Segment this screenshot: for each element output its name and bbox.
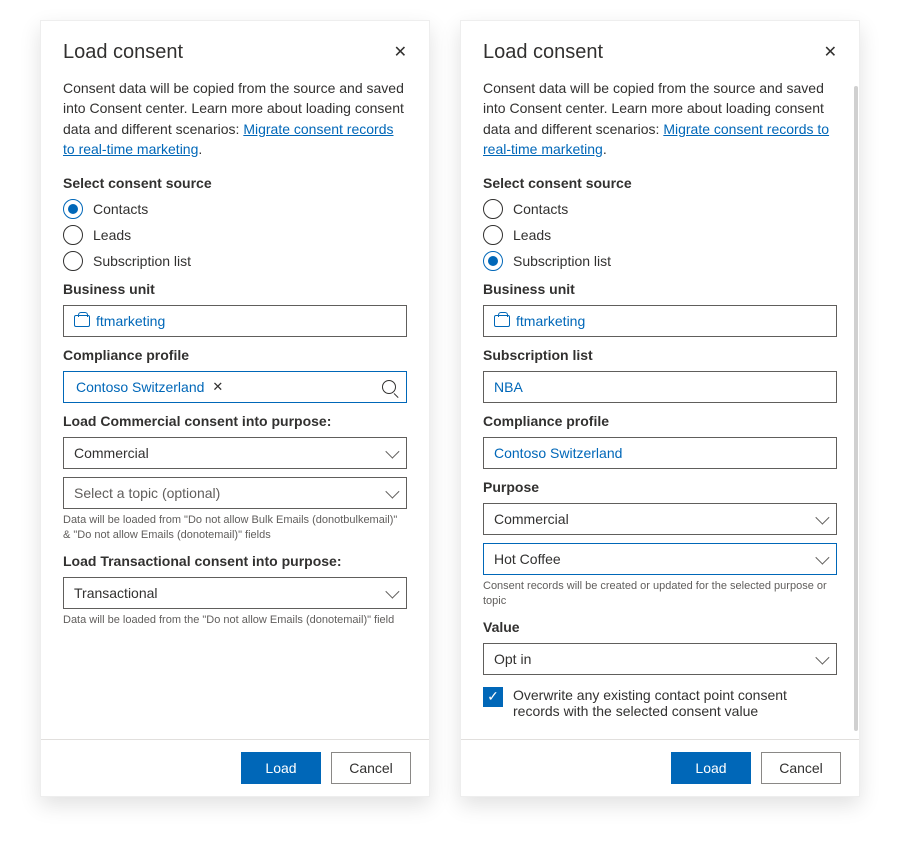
radio-icon xyxy=(483,199,503,219)
load-consent-panel-subscription: Load consent ✕ Consent data will be copi… xyxy=(460,20,860,797)
chevron-down-icon xyxy=(815,650,829,664)
commercial-purpose-select[interactable]: Commercial xyxy=(63,437,407,469)
source-label: Select consent source xyxy=(63,175,407,191)
value-select[interactable]: Opt in xyxy=(483,643,837,675)
intro-text: Consent data will be copied from the sou… xyxy=(483,78,837,159)
scrollbar[interactable] xyxy=(854,86,858,731)
commercial-helper-text: Data will be loaded from "Do not allow B… xyxy=(63,513,407,543)
subscription-list-field[interactable]: NBA xyxy=(483,371,837,403)
radio-contacts[interactable]: Contacts xyxy=(483,199,837,219)
radio-label: Contacts xyxy=(513,201,568,217)
checkbox-checked-icon: ✓ xyxy=(483,687,503,707)
radio-subscription-list[interactable]: Subscription list xyxy=(63,251,407,271)
business-unit-field[interactable]: ftmarketing xyxy=(63,305,407,337)
overwrite-checkbox-row[interactable]: ✓ Overwrite any existing contact point c… xyxy=(483,687,837,719)
value-label: Value xyxy=(483,619,837,635)
radio-leads[interactable]: Leads xyxy=(63,225,407,245)
panel-title: Load consent xyxy=(483,41,603,64)
transactional-purpose-label: Load Transactional consent into purpose: xyxy=(63,553,407,569)
compliance-profile-tag: Contoso Switzerland ✕ xyxy=(74,379,223,395)
subscription-list-label: Subscription list xyxy=(483,347,837,363)
chevron-down-icon xyxy=(815,511,829,525)
chevron-down-icon xyxy=(815,551,829,565)
load-consent-panel-contacts: Load consent ✕ Consent data will be copi… xyxy=(40,20,430,797)
radio-label: Contacts xyxy=(93,201,148,217)
commercial-purpose-label: Load Commercial consent into purpose: xyxy=(63,413,407,429)
radio-contacts[interactable]: Contacts xyxy=(63,199,407,219)
radio-leads[interactable]: Leads xyxy=(483,225,837,245)
purpose-select[interactable]: Commercial xyxy=(483,503,837,535)
cancel-button[interactable]: Cancel xyxy=(331,752,411,784)
radio-icon xyxy=(63,225,83,245)
cancel-button[interactable]: Cancel xyxy=(761,752,841,784)
intro-text: Consent data will be copied from the sou… xyxy=(63,78,407,159)
topic-select[interactable]: Hot Coffee xyxy=(483,543,837,575)
purpose-helper-text: Consent records will be created or updat… xyxy=(483,579,837,609)
radio-icon xyxy=(483,225,503,245)
panel-footer: Load Cancel xyxy=(41,739,429,796)
transactional-purpose-select[interactable]: Transactional xyxy=(63,577,407,609)
radio-icon xyxy=(483,251,503,271)
briefcase-icon xyxy=(74,315,90,327)
chevron-down-icon xyxy=(385,584,399,598)
source-label: Select consent source xyxy=(483,175,837,191)
compliance-profile-label: Compliance profile xyxy=(63,347,407,363)
close-button[interactable]: ✕ xyxy=(394,45,407,61)
radio-label: Leads xyxy=(513,227,551,243)
panel-footer: Load Cancel xyxy=(461,739,859,796)
business-unit-field[interactable]: ftmarketing xyxy=(483,305,837,337)
business-unit-label: Business unit xyxy=(63,281,407,297)
transactional-helper-text: Data will be loaded from the "Do not all… xyxy=(63,613,407,628)
chevron-down-icon xyxy=(385,485,399,499)
briefcase-icon xyxy=(494,315,510,327)
compliance-profile-field[interactable]: Contoso Switzerland ✕ xyxy=(63,371,407,403)
compliance-profile-field[interactable]: Contoso Switzerland xyxy=(483,437,837,469)
overwrite-label: Overwrite any existing contact point con… xyxy=(513,687,837,719)
purpose-label: Purpose xyxy=(483,479,837,495)
radio-icon xyxy=(63,251,83,271)
load-button[interactable]: Load xyxy=(671,752,751,784)
panel-title: Load consent xyxy=(63,41,183,64)
radio-subscription-list[interactable]: Subscription list xyxy=(483,251,837,271)
search-icon[interactable] xyxy=(382,380,396,394)
commercial-topic-select[interactable]: Select a topic (optional) xyxy=(63,477,407,509)
radio-label: Subscription list xyxy=(513,253,611,269)
remove-tag-icon[interactable]: ✕ xyxy=(212,379,223,395)
load-button[interactable]: Load xyxy=(241,752,321,784)
radio-label: Leads xyxy=(93,227,131,243)
radio-label: Subscription list xyxy=(93,253,191,269)
radio-icon xyxy=(63,199,83,219)
compliance-profile-label: Compliance profile xyxy=(483,413,837,429)
chevron-down-icon xyxy=(385,445,399,459)
business-unit-label: Business unit xyxy=(483,281,837,297)
close-button[interactable]: ✕ xyxy=(824,45,837,61)
